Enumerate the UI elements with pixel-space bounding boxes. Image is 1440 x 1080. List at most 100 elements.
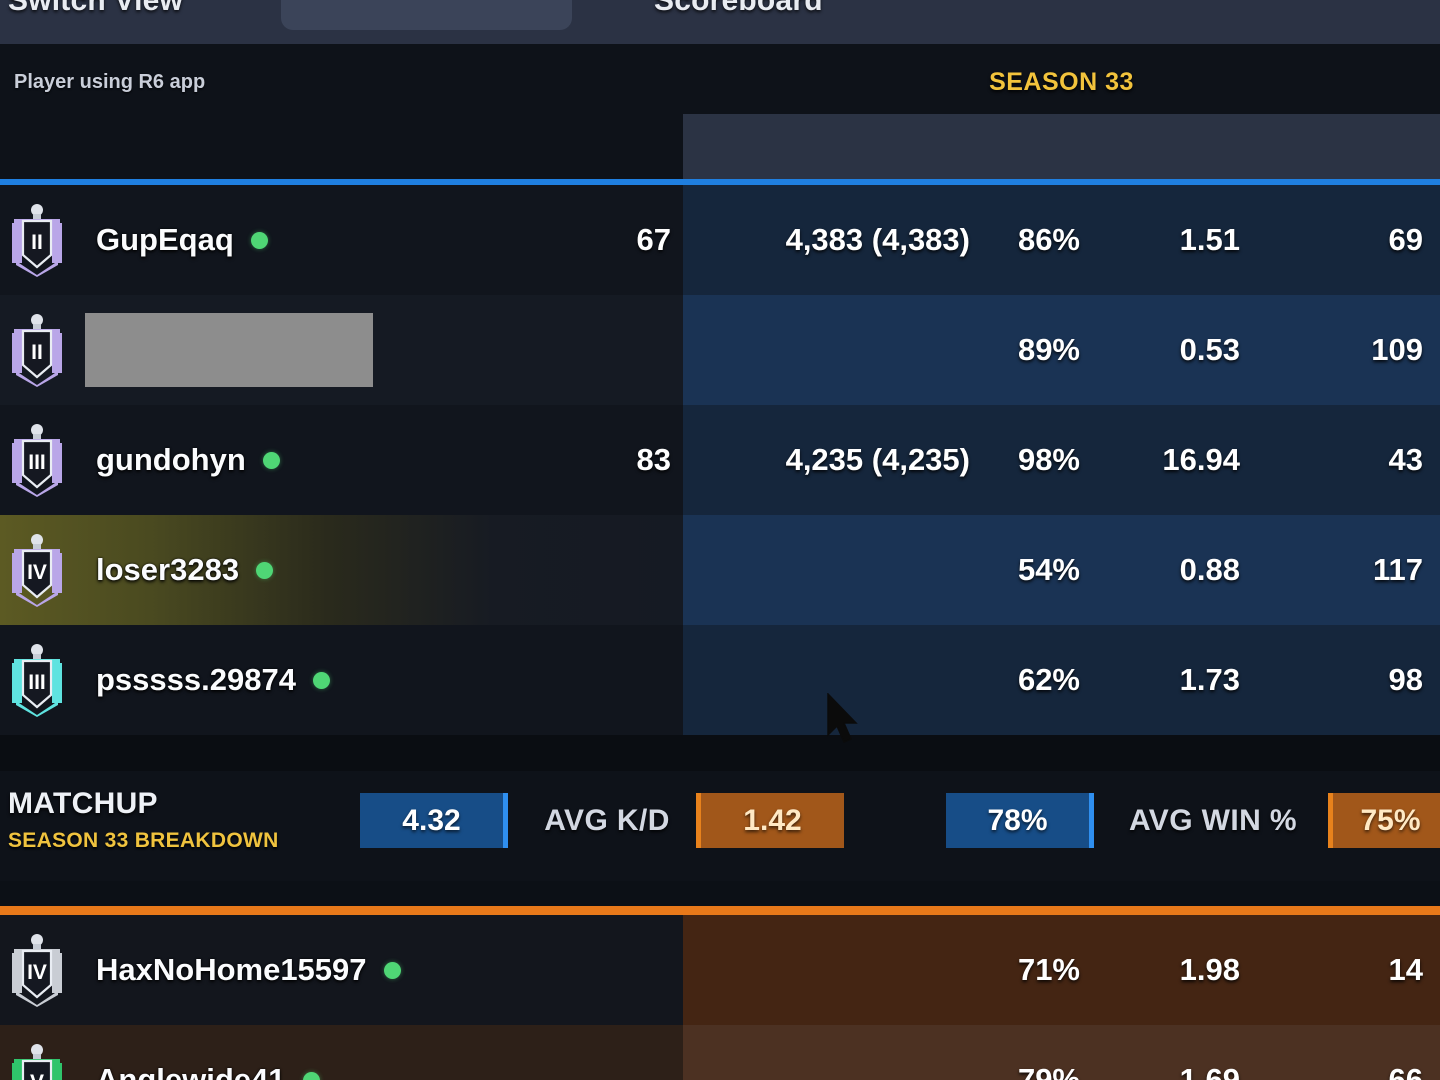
player-stats-cell: 71% 1.98 14	[683, 915, 1440, 1025]
player-stats-cell: 62% 1.73 98	[683, 625, 1440, 735]
matchup-avg-kd-team-a: 4.32	[360, 793, 508, 848]
svg-text:II: II	[31, 231, 43, 254]
stat-kd: 0.88	[1179, 552, 1240, 587]
matchup-avg-win-team-a: 78%	[946, 793, 1094, 848]
rank-badge-icon: III	[12, 644, 62, 717]
tab-career-stats[interactable]: Career Stats	[281, 0, 572, 30]
player-name: GupEqaq	[96, 185, 268, 295]
rank-badge-icon: IV	[12, 934, 62, 1007]
rank-badge: V	[6, 1043, 68, 1080]
player-level: 67	[636, 222, 671, 257]
redacted-player-name	[85, 313, 373, 387]
player-level	[471, 295, 671, 405]
player-name-cell[interactable]: II GupEqaq 67	[0, 185, 683, 295]
player-name: HaxNoHome15597	[96, 915, 401, 1025]
nav-switch-view[interactable]: Switch View	[8, 0, 183, 18]
player-row[interactable]: II 89% 0.53 109	[0, 295, 1440, 405]
stat-kd: 1.98	[1179, 952, 1240, 987]
player-name-text: HaxNoHome15597	[96, 952, 367, 987]
tab-career-stats-label: Career Stats	[281, 0, 572, 1]
player-name-cell[interactable]: III psssss.29874	[0, 625, 683, 735]
player-stats-cell: 4,383 (4,383) 86% 1.51 69	[683, 185, 1440, 295]
stat-win-pct: 89%	[1017, 332, 1080, 367]
online-status-dot	[383, 961, 401, 979]
stat-matches: 98	[1388, 662, 1423, 697]
player-name-cell[interactable]: V Anglewide41	[0, 1025, 683, 1080]
online-status-dot	[250, 231, 268, 249]
stat-matches: 109	[1371, 332, 1423, 367]
stat-rp	[683, 515, 970, 625]
rank-badge: IV	[6, 533, 68, 607]
career-stats-screen: Switch View Career Stats Scoreboard Play…	[0, 0, 1440, 1080]
stat-kd: 1.51	[1179, 222, 1240, 257]
season-title: SEASON 33	[989, 68, 1134, 96]
player-stats-cell: 89% 0.53 109	[683, 295, 1440, 405]
player-name-cell[interactable]: II	[0, 295, 683, 405]
player-level	[471, 625, 671, 735]
player-row[interactable]: II GupEqaq 67 4,383 (4,383) 86% 1.51 69	[0, 185, 1440, 295]
rank-badge: II	[6, 313, 68, 387]
svg-text:IV: IV	[27, 561, 47, 584]
matchup-avg-win-label: AVG WIN %	[1128, 803, 1298, 837]
stat-rp	[683, 915, 970, 1025]
online-status-dot	[256, 561, 274, 579]
stat-win-pct: 98%	[1017, 442, 1080, 477]
stat-matches: 117	[1372, 552, 1423, 587]
rank-badge: IV	[6, 933, 68, 1007]
matchup-title: MATCHUP	[8, 787, 158, 820]
player-name-cell[interactable]: III gundohyn 83	[0, 405, 683, 515]
player-level	[471, 515, 671, 625]
player-level	[471, 915, 671, 1025]
player-name-text: GupEqaq	[96, 222, 234, 257]
online-status-dot	[312, 671, 330, 689]
player-name-cell[interactable]: IV loser3283	[0, 515, 683, 625]
player-row[interactable]: III psssss.29874 62% 1.73 98	[0, 625, 1440, 735]
rank-badge-icon: II	[12, 204, 62, 277]
online-status-dot	[302, 1071, 320, 1080]
stat-kd: 0.53	[1179, 332, 1240, 367]
rank-badge-icon: IV	[12, 534, 62, 607]
list-gap	[0, 735, 1440, 771]
player-level: 83	[636, 442, 671, 477]
online-status-dot	[262, 451, 280, 469]
team-b-accent-rule	[0, 906, 1440, 915]
player-stats-cell: 54% 0.88 117	[683, 515, 1440, 625]
rank-badge-icon: II	[12, 314, 62, 387]
stat-win-pct: 71%	[1017, 952, 1080, 987]
player-name-text: Anglewide41	[96, 1062, 286, 1080]
svg-text:II: II	[31, 341, 43, 364]
rank-badge: II	[6, 203, 68, 277]
player-row[interactable]: III gundohyn 83 4,235 (4,235) 98% 16.94 43	[0, 405, 1440, 515]
player-name: gundohyn	[96, 405, 280, 515]
team-a-player-list: II GupEqaq 67 4,383 (4,383) 86% 1.51 69 II 89% 0.…	[0, 185, 1440, 735]
matchup-avg-win-team-b: 75%	[1328, 793, 1440, 848]
stat-kd: 16.94	[1162, 442, 1240, 477]
player-row[interactable]: IV loser3283 54% 0.88 117	[0, 515, 1440, 625]
matchup-subtitle: SEASON 33 BREAKDOWN	[8, 829, 279, 852]
stat-kd: 1.69	[1179, 1062, 1240, 1080]
player-name-text: psssss.29874	[96, 662, 296, 697]
svg-text:III: III	[28, 451, 46, 474]
svg-text:III: III	[28, 671, 46, 694]
player-name: loser3283	[96, 515, 274, 625]
player-name: psssss.29874	[96, 625, 330, 735]
stat-win-pct: 79%	[1017, 1062, 1080, 1080]
stat-matches: 66	[1388, 1062, 1423, 1080]
stat-matches: 14	[1388, 952, 1423, 987]
tab-scoreboard[interactable]: Scoreboard	[654, 0, 823, 18]
player-stats-cell: 79% 1.69 66	[683, 1025, 1440, 1080]
mouse-cursor	[827, 693, 858, 743]
stat-kd: 1.73	[1179, 662, 1240, 697]
player-row[interactable]: V Anglewide41 79% 1.69 66	[0, 1025, 1440, 1080]
team-b-player-list: IV HaxNoHome15597 71% 1.98 14 V Anglewide41 79%…	[0, 915, 1440, 1080]
player-level	[471, 1025, 671, 1080]
stat-rp	[683, 1025, 970, 1080]
player-name-cell[interactable]: IV HaxNoHome15597	[0, 915, 683, 1025]
player-name-text: gundohyn	[96, 442, 246, 477]
stat-win-pct: 86%	[1017, 222, 1080, 257]
stat-rp: 4,235 (4,235)	[785, 442, 970, 477]
stat-rp	[683, 295, 970, 405]
player-name-text: loser3283	[96, 552, 240, 587]
column-header-row	[0, 114, 1440, 180]
player-row[interactable]: IV HaxNoHome15597 71% 1.98 14	[0, 915, 1440, 1025]
